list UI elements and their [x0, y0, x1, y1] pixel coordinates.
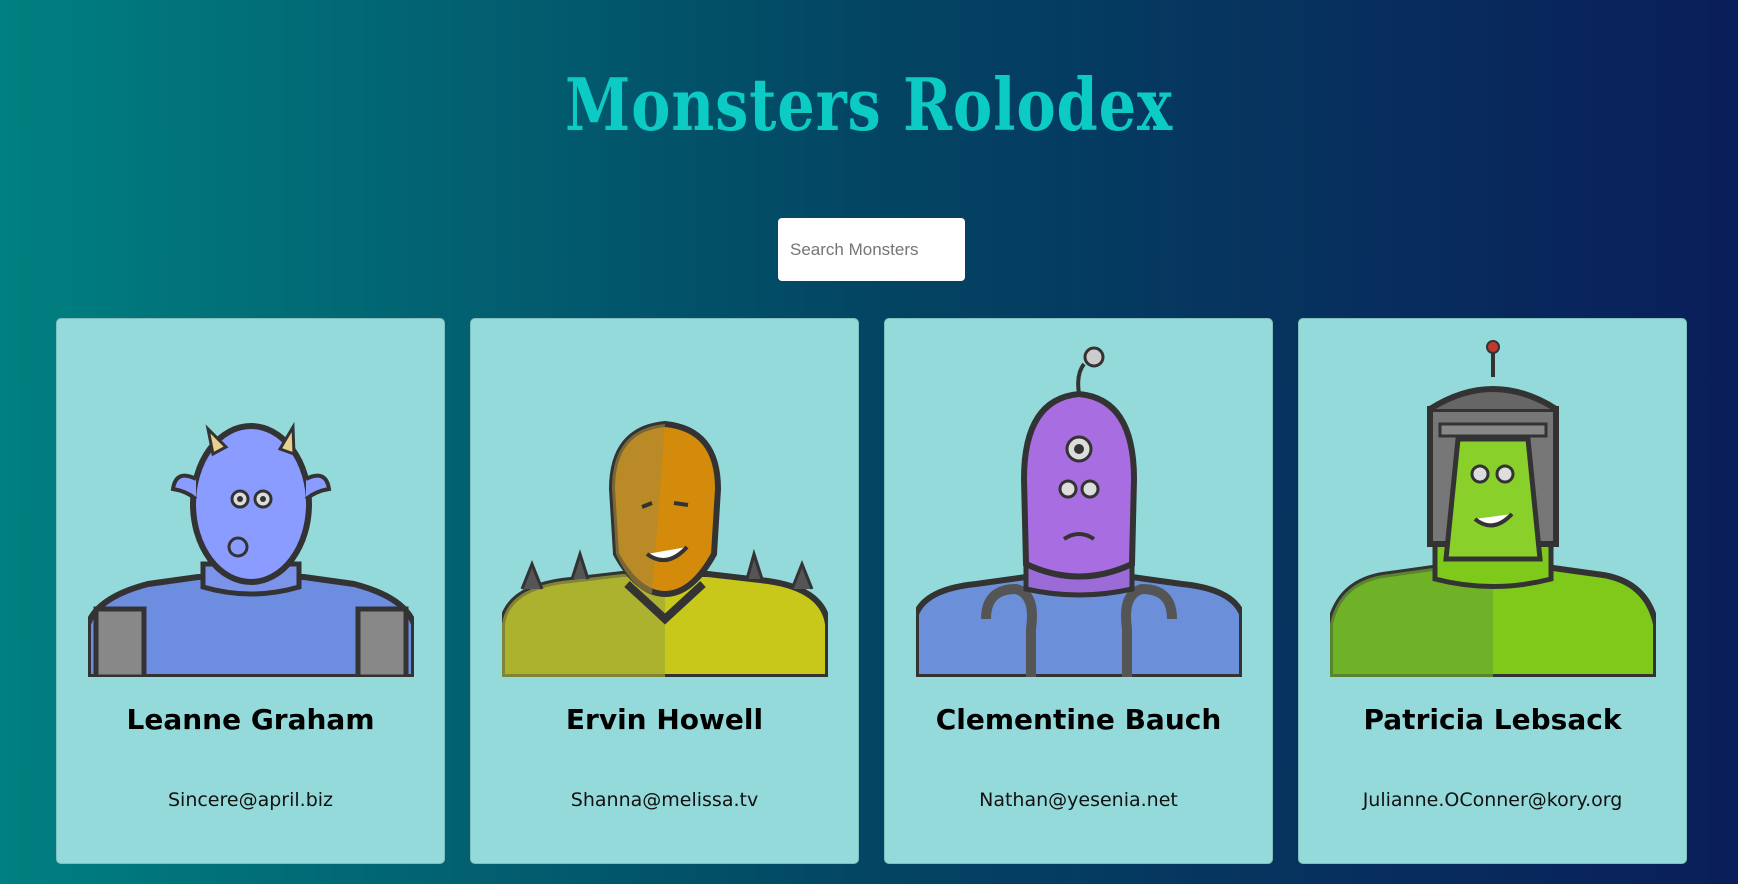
monster-avatar-image [88, 421, 414, 677]
monster-name: Patricia Lebsack [1363, 703, 1622, 736]
monster-name: Ervin Howell [565, 703, 764, 736]
monster-email: Sincere@april.biz [167, 789, 334, 811]
monster-card[interactable]: Leanne Graham Sincere@april.biz [56, 318, 445, 864]
page-title: Monsters Rolodex [564, 62, 1174, 147]
monster-email: Julianne.OConner@kory.org [1362, 789, 1623, 811]
monster-card[interactable]: Clementine Bauch Nathan@yesenia.net [884, 318, 1273, 864]
monster-card[interactable]: Ervin Howell Shanna@melissa.tv [470, 318, 859, 864]
monster-avatar-image [916, 346, 1242, 677]
monster-name: Leanne Graham [126, 703, 375, 736]
monster-card[interactable]: Patricia Lebsack Julianne.OConner@kory.o… [1298, 318, 1687, 864]
monster-avatar-image [502, 420, 828, 677]
search-input[interactable] [778, 218, 965, 281]
monster-email: Shanna@melissa.tv [570, 789, 759, 811]
monster-name: Clementine Bauch [935, 703, 1222, 736]
app-root: Monsters Rolodex Leanne Graham Sincere@a… [0, 0, 1738, 884]
monster-email: Nathan@yesenia.net [979, 789, 1178, 811]
monster-avatar-image [1330, 340, 1656, 677]
